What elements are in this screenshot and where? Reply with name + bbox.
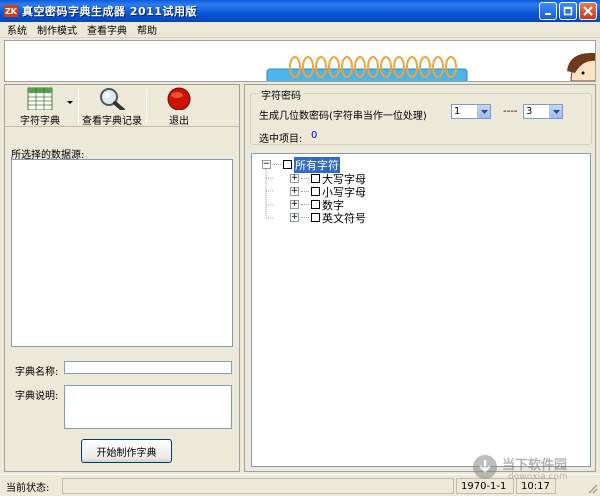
- menu-help[interactable]: 帮助: [132, 22, 162, 37]
- char-dict-button[interactable]: 字符字典: [9, 87, 71, 127]
- status-label: 当前状态:: [6, 482, 50, 494]
- expand-icon[interactable]: +: [290, 187, 299, 196]
- group-title: 字符密码: [259, 87, 303, 102]
- right-panel: 字符密码 生成几位数密码(字符串当作一位处理) 1 ---- 3 选中项目: 0…: [244, 84, 596, 472]
- expand-icon[interactable]: +: [290, 174, 299, 183]
- close-icon: [583, 6, 593, 16]
- banner: [4, 40, 596, 82]
- collapse-icon[interactable]: −: [262, 160, 271, 169]
- checkbox[interactable]: [311, 200, 320, 209]
- menu-view-dict[interactable]: 查看字典: [82, 22, 132, 37]
- chevron-down-icon: [480, 109, 488, 114]
- title-bar: ZK 真空密码字典生成器 2011试用版: [0, 0, 600, 22]
- exit-button[interactable]: 退出: [149, 87, 209, 127]
- min-length-select[interactable]: 1: [451, 104, 491, 119]
- watermark: 当下软件园 downxia.com: [472, 452, 592, 490]
- magnifier-icon: [100, 88, 125, 110]
- dict-desc-label: 字典说明:: [15, 391, 59, 402]
- tree-node-label: 英文符号: [322, 211, 366, 225]
- checkbox[interactable]: [311, 187, 320, 196]
- view-dict-record-button[interactable]: 查看字典记录: [81, 87, 143, 127]
- checkbox[interactable]: [311, 213, 320, 222]
- selected-items-label: 选中项目:: [259, 134, 303, 145]
- download-arrow-icon: [473, 455, 497, 479]
- min-length-value: 1: [454, 106, 461, 117]
- minimize-button[interactable]: [539, 2, 557, 20]
- char-tree: − 所有字符 + 大写字母 + 小写字母 + 数字 + 英文符号: [251, 153, 591, 467]
- dict-name-label: 字典名称:: [15, 367, 59, 378]
- menu-make-mode[interactable]: 制作模式: [32, 22, 82, 37]
- toolbar: 字符字典 查看字典记录 退出: [5, 85, 239, 127]
- char-password-group: 字符密码 生成几位数密码(字符串当作一位处理) 1 ---- 3 选中项目: 0: [250, 87, 592, 145]
- menu-system[interactable]: 系统: [2, 22, 32, 37]
- dict-desc-textarea[interactable]: [64, 385, 232, 429]
- window-title: 真空密码字典生成器 2011试用版: [22, 5, 197, 18]
- expand-icon[interactable]: +: [290, 213, 299, 222]
- close-button[interactable]: [579, 2, 597, 20]
- app-icon: ZK: [4, 4, 18, 18]
- minimize-icon: [545, 13, 551, 15]
- dropdown-arrow-icon[interactable]: [67, 101, 73, 105]
- checkbox[interactable]: [283, 160, 292, 169]
- max-length-select[interactable]: 3: [523, 104, 563, 119]
- view-dict-record-label: 查看字典记录: [82, 116, 142, 127]
- dict-name-input[interactable]: [64, 361, 232, 374]
- table-icon: [27, 87, 53, 110]
- range-dash: ----: [503, 106, 518, 117]
- watermark-text: 当下软件园: [502, 458, 568, 473]
- menu-bar: 系统 制作模式 查看字典 帮助: [0, 22, 600, 38]
- max-length-value: 3: [526, 106, 533, 117]
- password-length-label: 生成几位数密码(字符串当作一位处理): [259, 111, 427, 122]
- chevron-down-icon: [552, 109, 560, 114]
- char-dict-label: 字符字典: [20, 116, 60, 127]
- selected-items-count: 0: [311, 130, 318, 141]
- start-make-dict-button[interactable]: 开始制作字典: [81, 439, 172, 463]
- tree-node-root[interactable]: − 所有字符: [262, 156, 340, 173]
- left-panel: 字符字典 查看字典记录 退出 所选择的数据源: 字典名称: 字典说明: 开始制作…: [4, 84, 240, 472]
- tree-node-symbols[interactable]: + 英文符号: [290, 211, 366, 225]
- maximize-icon: [563, 6, 573, 16]
- watermark-sub: downxia.com: [508, 472, 568, 482]
- status-value: [62, 478, 454, 494]
- svg-text:ZK: ZK: [5, 7, 18, 16]
- exit-label: 退出: [169, 116, 189, 127]
- checkbox[interactable]: [311, 174, 320, 183]
- expand-icon[interactable]: +: [290, 200, 299, 209]
- cartoon-face-icon: [567, 53, 595, 81]
- maximize-button[interactable]: [559, 2, 577, 20]
- data-source-list[interactable]: [11, 159, 233, 347]
- stop-icon: [167, 87, 191, 110]
- notebook-illustration: [266, 53, 595, 81]
